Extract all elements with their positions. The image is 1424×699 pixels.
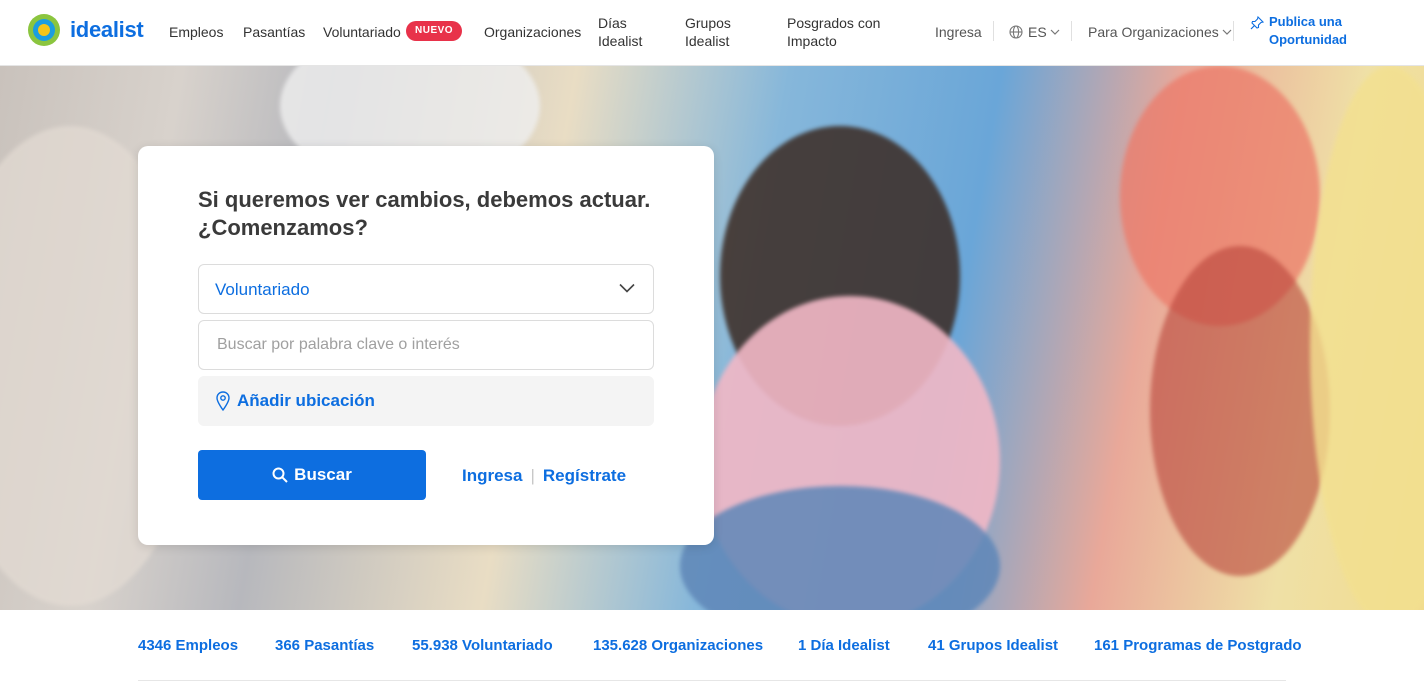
stats-bar: 4346 Empleos 366 Pasantías 55.938 Volunt… <box>0 610 1424 699</box>
title-line1: Si queremos ver cambios, debemos actuar. <box>198 187 651 212</box>
nav-posgrados[interactable]: Posgrados con Impacto <box>787 14 880 50</box>
nav-grupos-line1: Grupos <box>685 15 731 31</box>
search-icon <box>272 467 288 483</box>
auth-links: Ingresa | Regístrate <box>462 466 626 486</box>
search-button[interactable]: Buscar <box>198 450 426 500</box>
add-location-label: Añadir ubicación <box>237 391 375 410</box>
stat-programas-postgrado[interactable]: 161 Programas de Postgrado <box>1094 637 1302 654</box>
search-card: Si queremos ver cambios, debemos actuar.… <box>138 146 714 545</box>
idealist-logo-icon <box>28 14 60 46</box>
search-card-title: Si queremos ver cambios, debemos actuar.… <box>198 186 678 242</box>
chevron-down-icon <box>1222 29 1232 35</box>
post-opportunity-line2: Oportunidad <box>1269 32 1347 47</box>
login-link[interactable]: Ingresa <box>462 466 522 486</box>
stat-dia-idealist[interactable]: 1 Día Idealist <box>798 637 890 654</box>
nav-divider <box>993 21 994 41</box>
nav-organizaciones[interactable]: Organizaciones <box>484 23 581 41</box>
idealist-logo[interactable]: idealist <box>26 12 144 48</box>
stat-grupos-idealist[interactable]: 41 Grupos Idealist <box>928 637 1058 654</box>
nav-grupos-idealist[interactable]: Grupos Idealist <box>685 14 731 50</box>
stat-pasantias[interactable]: 366 Pasantías <box>275 637 374 654</box>
auth-divider: | <box>530 466 535 485</box>
add-location-button[interactable]: Añadir ubicación <box>198 376 654 426</box>
nav-dias-line2: Idealist <box>598 33 643 49</box>
pin-icon <box>1250 16 1264 30</box>
post-opportunity-link[interactable]: Publica una Oportunidad <box>1250 13 1347 49</box>
nav-dias-line1: Días <box>598 15 627 31</box>
location-pin-icon <box>216 391 230 411</box>
stat-organizaciones[interactable]: 135.628 Organizaciones <box>593 637 763 654</box>
login-link-header[interactable]: Ingresa <box>935 23 982 41</box>
for-organizations-label: Para Organizaciones <box>1088 24 1219 40</box>
nav-posgrados-line1: Posgrados con <box>787 15 881 31</box>
title-line2: ¿Comenzamos? <box>198 215 368 240</box>
chevron-down-icon <box>1050 29 1060 35</box>
stats-divider <box>138 680 1286 681</box>
register-link[interactable]: Regístrate <box>543 466 626 486</box>
nav-divider <box>1071 21 1072 41</box>
language-selector[interactable]: ES <box>1009 23 1060 41</box>
top-navigation-bar: idealist Empleos Pasantías Voluntariado … <box>0 0 1424 66</box>
nav-voluntariado[interactable]: Voluntariado <box>323 23 401 41</box>
for-organizations-menu[interactable]: Para Organizaciones <box>1088 23 1232 41</box>
nav-grupos-line2: Idealist <box>685 33 730 49</box>
chevron-down-icon <box>619 283 635 293</box>
keyword-search-input[interactable] <box>198 320 654 370</box>
stat-voluntariado[interactable]: 55.938 Voluntariado <box>412 637 553 654</box>
stat-empleos[interactable]: 4346 Empleos <box>138 637 238 654</box>
hero-photo-shape <box>1150 246 1330 576</box>
language-label: ES <box>1028 24 1047 40</box>
nav-empleos[interactable]: Empleos <box>169 23 223 41</box>
brand-name: idealist <box>70 17 144 42</box>
new-badge: NUEVO <box>406 21 463 41</box>
nav-posgrados-line2: Impacto <box>787 33 837 49</box>
nav-divider <box>1233 21 1234 41</box>
category-select[interactable]: Voluntariado <box>198 264 654 314</box>
search-button-label: Buscar <box>294 465 352 484</box>
globe-icon <box>1009 25 1023 39</box>
nav-pasantias[interactable]: Pasantías <box>243 23 305 41</box>
hero-photo-shape <box>1310 66 1424 610</box>
category-selected-value: Voluntariado <box>215 280 310 299</box>
post-opportunity-line1: Publica una <box>1269 14 1342 29</box>
nav-dias-idealist[interactable]: Días Idealist <box>598 14 642 50</box>
